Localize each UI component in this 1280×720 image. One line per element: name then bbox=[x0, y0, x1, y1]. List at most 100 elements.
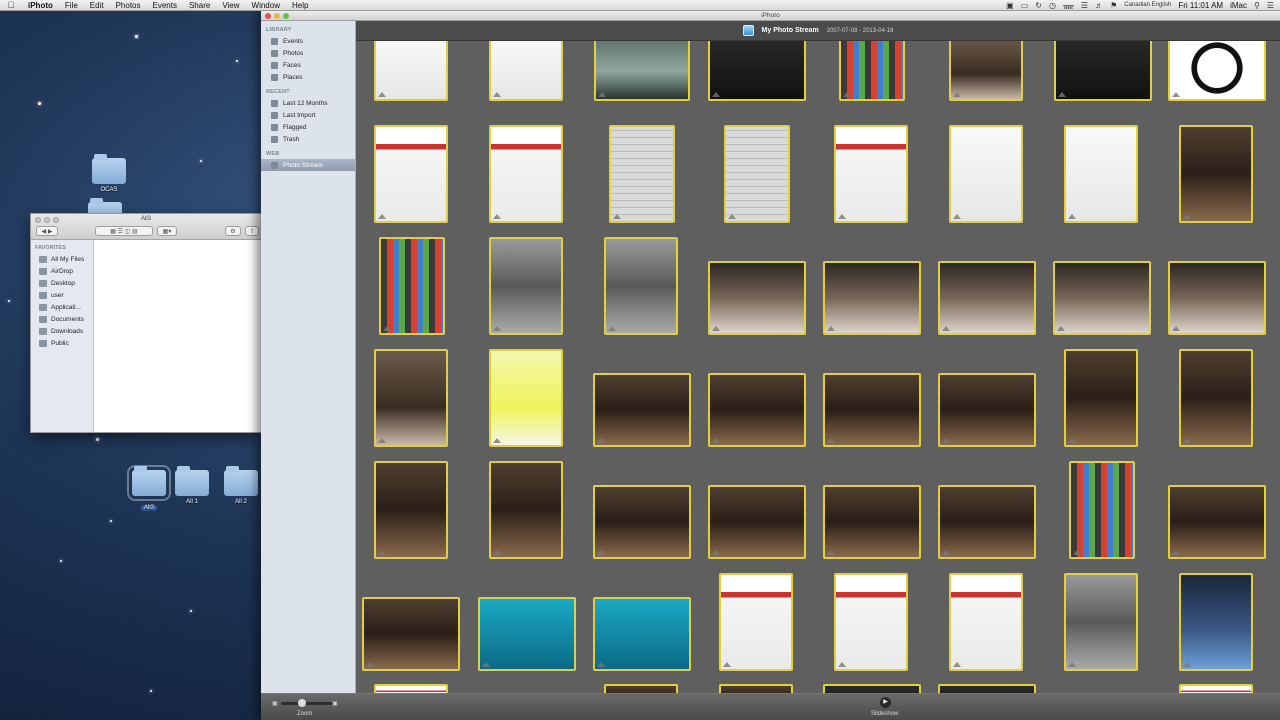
photo-thumbnail-web-page[interactable] bbox=[719, 573, 793, 671]
photo-thumbnail-web-page[interactable] bbox=[949, 125, 1023, 223]
photo-thumbnail-group-photo[interactable] bbox=[823, 373, 921, 447]
photo-thumbnail-dinner-table[interactable] bbox=[823, 485, 921, 559]
source-item-places[interactable]: Places bbox=[261, 71, 355, 83]
photo-thumbnail-paper-scan[interactable] bbox=[609, 125, 675, 223]
input-source-label[interactable]: Canadian English bbox=[1124, 2, 1171, 8]
photo-thumbnail-phone-on-bed[interactable] bbox=[593, 597, 691, 671]
photo-thumbnail-partial-photo[interactable] bbox=[823, 684, 921, 693]
photo-thumbnail-phone-home-screen[interactable] bbox=[379, 237, 445, 335]
menu-events[interactable]: Events bbox=[146, 1, 182, 10]
source-item-trash[interactable]: Trash bbox=[261, 133, 355, 145]
sync-icon[interactable]: ↻ bbox=[1035, 1, 1042, 10]
photo-thumbnail-tv-in-room[interactable] bbox=[1179, 573, 1253, 671]
source-item-events[interactable]: Events bbox=[261, 35, 355, 47]
photo-thumbnail-web-page[interactable] bbox=[834, 573, 908, 671]
sidebar-item-public[interactable]: Public bbox=[31, 337, 93, 349]
slideshow-button[interactable]: ▶ bbox=[880, 697, 891, 708]
zoom-slider-knob[interactable] bbox=[298, 699, 306, 707]
sidebar-item-applications[interactable]: Applicati... bbox=[31, 301, 93, 313]
menu-share[interactable]: Share bbox=[183, 1, 216, 10]
sidebar-item-user[interactable]: user bbox=[31, 289, 93, 301]
photo-thumbnail-dog-photo[interactable] bbox=[1053, 261, 1151, 335]
menu-file[interactable]: File bbox=[59, 1, 84, 10]
photo-thumbnail-party-photo[interactable] bbox=[374, 461, 448, 559]
menu-photos[interactable]: Photos bbox=[110, 1, 147, 10]
photo-thumbnail-partial-photo[interactable] bbox=[604, 684, 678, 693]
photo-thumbnail-group-photo[interactable] bbox=[938, 373, 1036, 447]
source-item-photos[interactable]: Photos bbox=[261, 47, 355, 59]
volume-icon[interactable]: ♬ bbox=[1095, 1, 1103, 10]
bluetooth-icon[interactable]: ᚅ bbox=[1063, 1, 1074, 10]
menu-window[interactable]: Window bbox=[246, 1, 286, 10]
time-machine-icon[interactable]: ◷ bbox=[1049, 1, 1056, 10]
photo-thumbnail-blurry-scan[interactable] bbox=[604, 237, 678, 335]
desktop-folder-ocas[interactable]: OCAS bbox=[87, 154, 131, 193]
photo-thumbnail-paper-scan[interactable] bbox=[724, 125, 790, 223]
photo-thumbnail-man-photo[interactable] bbox=[1179, 125, 1253, 223]
menu-edit[interactable]: Edit bbox=[84, 1, 110, 10]
photo-thumbnail-phone-home-screen[interactable] bbox=[1069, 461, 1135, 559]
menu-view[interactable]: View bbox=[216, 1, 245, 10]
photo-thumbnail-blurry-scan[interactable] bbox=[489, 237, 563, 335]
search-icon[interactable]: ⚲ bbox=[1254, 1, 1260, 10]
photo-thumbnail-tv-menu[interactable] bbox=[1054, 41, 1152, 101]
photo-thumbnail-living-room[interactable] bbox=[593, 373, 691, 447]
photo-thumbnail-web-page[interactable] bbox=[834, 125, 908, 223]
photo-thumbnail-sky-photo[interactable] bbox=[594, 41, 690, 101]
clock[interactable]: Fri 11:01 AM bbox=[1178, 1, 1223, 10]
source-item-photo-stream[interactable]: Photo Stream bbox=[261, 159, 355, 171]
photo-thumbnail-couple-with-dog[interactable] bbox=[949, 41, 1023, 101]
menu-app[interactable]: iPhoto bbox=[22, 1, 59, 10]
photo-thumbnail-woman-portrait[interactable] bbox=[1064, 349, 1138, 447]
photo-thumbnail-dark-scan[interactable] bbox=[1064, 573, 1138, 671]
arrange-button[interactable]: ▦▾ bbox=[157, 226, 177, 236]
apple-menu-icon[interactable]:  bbox=[0, 0, 22, 10]
sidebar-item-all-my-files[interactable]: All My Files bbox=[31, 253, 93, 265]
photo-thumbnail-party-photo[interactable] bbox=[1168, 485, 1266, 559]
photo-thumbnail-logo-image[interactable] bbox=[1168, 41, 1266, 101]
photo-thumbnail-dinner-table[interactable] bbox=[708, 485, 806, 559]
photo-thumbnail-party-photo[interactable] bbox=[362, 597, 460, 671]
user-menu[interactable]: iMac bbox=[1230, 1, 1247, 10]
sidebar-item-documents[interactable]: Documents bbox=[31, 313, 93, 325]
dropbox-icon[interactable]: ▣ bbox=[1006, 1, 1014, 10]
photo-thumbnail-party-photo[interactable] bbox=[489, 461, 563, 559]
photo-thumbnail-woman-portrait[interactable] bbox=[1179, 349, 1253, 447]
photo-thumbnail-partial-photo[interactable] bbox=[1179, 684, 1253, 693]
desktop-folder-all1[interactable]: All 1 bbox=[170, 466, 214, 505]
list-icon[interactable]: ☰ bbox=[1267, 1, 1274, 10]
photo-thumbnail-screenshot-doc[interactable] bbox=[374, 41, 448, 101]
photo-thumbnail-phone-on-bed[interactable] bbox=[478, 597, 576, 671]
photo-thumbnail-dog-photo[interactable] bbox=[1168, 261, 1266, 335]
desktop-folder-all3[interactable]: All3 bbox=[127, 465, 171, 514]
zoom-slider[interactable] bbox=[281, 702, 333, 705]
menu-help[interactable]: Help bbox=[286, 1, 314, 10]
sidebar-item-desktop[interactable]: Desktop bbox=[31, 277, 93, 289]
photo-thumbnail-partial-photo[interactable] bbox=[938, 684, 1036, 693]
source-item-flagged[interactable]: Flagged bbox=[261, 121, 355, 133]
share-button[interactable]: ⇧ bbox=[245, 226, 259, 236]
photo-thumbnail-phone-screenshot[interactable] bbox=[839, 41, 905, 101]
sidebar-item-downloads[interactable]: Downloads bbox=[31, 325, 93, 337]
source-item-last-import[interactable]: Last Import bbox=[261, 109, 355, 121]
sidebar-item-airdrop[interactable]: AirDrop bbox=[31, 265, 93, 277]
photo-thumbnail-dog-photo[interactable] bbox=[938, 261, 1036, 335]
source-item-faces[interactable]: Faces bbox=[261, 59, 355, 71]
back-forward-buttons[interactable]: ◀ ▶ bbox=[36, 226, 58, 236]
photo-thumbnail-screenshot-doc[interactable] bbox=[489, 41, 563, 101]
screen-icon[interactable]: ▭ bbox=[1021, 1, 1029, 10]
photo-thumbnail-room-photo[interactable] bbox=[938, 485, 1036, 559]
flag-icon[interactable]: ⚑ bbox=[1110, 1, 1117, 10]
photo-thumbnail-dog-photo[interactable] bbox=[823, 261, 921, 335]
source-item-last-12-months[interactable]: Last 12 Months bbox=[261, 97, 355, 109]
wifi-icon[interactable]: ☰ bbox=[1081, 1, 1088, 10]
photo-thumbnail-web-page[interactable] bbox=[949, 573, 1023, 671]
photo-thumbnail-web-page[interactable] bbox=[374, 125, 448, 223]
photo-thumbnail-partial-photo[interactable] bbox=[719, 684, 793, 693]
photo-thumbnail-notepad[interactable] bbox=[489, 349, 563, 447]
photo-thumbnail-web-page[interactable] bbox=[489, 125, 563, 223]
photo-thumbnail-dinner-table[interactable] bbox=[593, 485, 691, 559]
photo-thumbnail-dog-photo[interactable] bbox=[708, 261, 806, 335]
photo-thumbnail-man-with-jar[interactable] bbox=[374, 349, 448, 447]
desktop-folder-all2[interactable]: All 2 bbox=[219, 466, 263, 505]
